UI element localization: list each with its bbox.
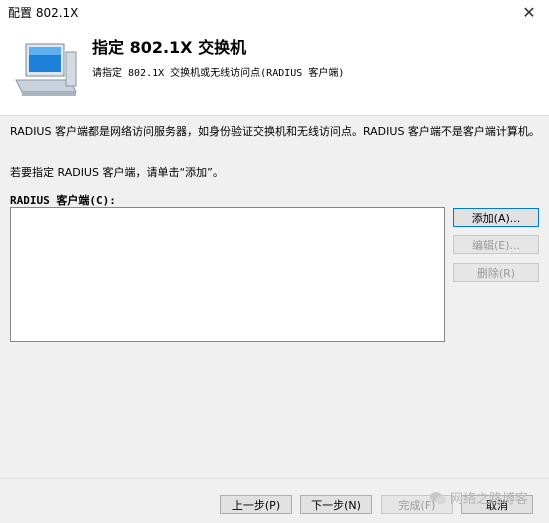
footer-divider <box>0 478 549 479</box>
cancel-button[interactable]: 取消 <box>461 495 533 514</box>
wizard-header: 指定 802.1X 交换机 请指定 802.1X 交换机或无线访问点(RADIU… <box>0 24 549 116</box>
add-button[interactable]: 添加(A)... <box>453 208 539 227</box>
finish-button[interactable]: 完成(F) <box>381 495 453 514</box>
radius-clients-list[interactable] <box>10 207 445 342</box>
page-subtitle: 请指定 802.1X 交换机或无线访问点(RADIUS 客户端) <box>92 68 345 79</box>
hint-text: 若要指定 RADIUS 客户端，请单击“添加”。 <box>10 166 224 179</box>
window-title: 配置 802.1X <box>8 6 79 20</box>
description-text: RADIUS 客户端都是网络访问服务器，如身份验证交换机和无线访问点。RADIU… <box>10 125 540 138</box>
page-title: 指定 802.1X 交换机 <box>92 38 247 57</box>
title-bar: 配置 802.1X ✕ <box>0 0 549 24</box>
edit-button[interactable]: 编辑(E)... <box>453 235 539 254</box>
computer-monitor-icon <box>15 43 77 96</box>
remove-button[interactable]: 删除(R) <box>453 263 539 282</box>
close-icon[interactable]: ✕ <box>509 0 549 24</box>
next-button[interactable]: 下一步(N) <box>300 495 372 514</box>
back-button[interactable]: 上一步(P) <box>220 495 292 514</box>
radius-clients-label: RADIUS 客户端(C): <box>10 194 116 207</box>
